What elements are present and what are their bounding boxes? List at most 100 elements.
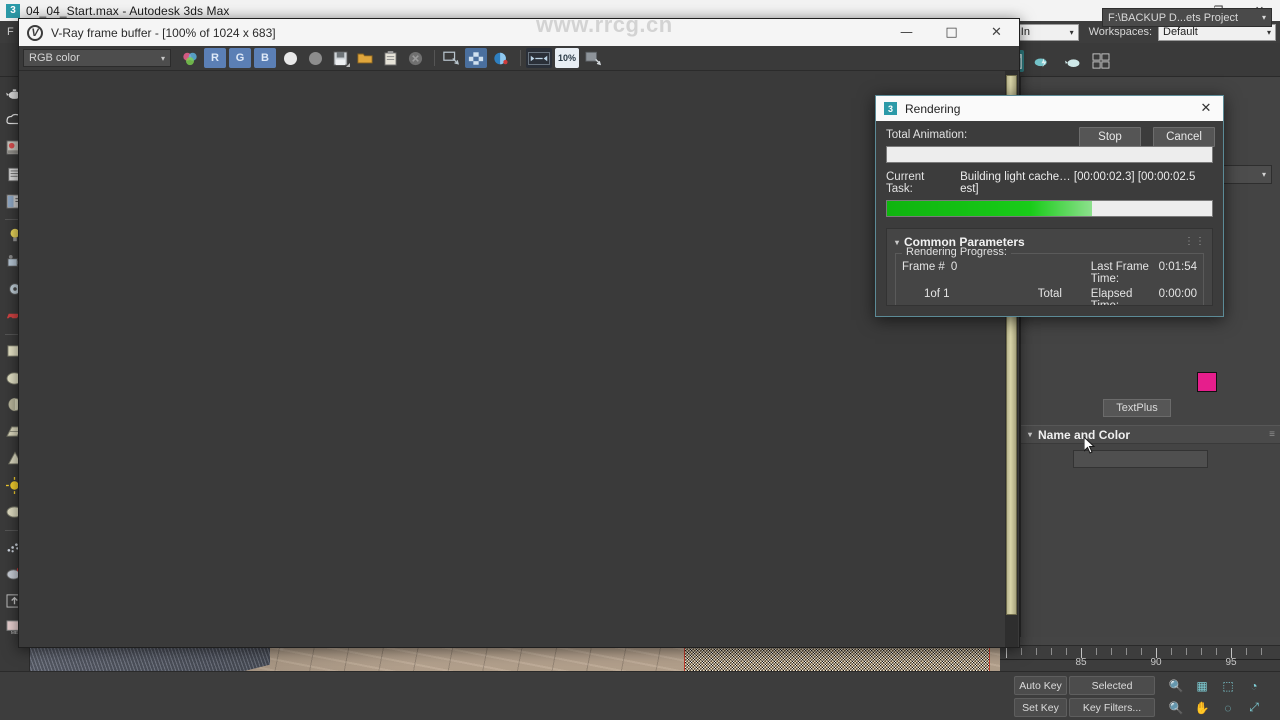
alpha-gray-button[interactable]: [304, 48, 326, 68]
chevron-down-icon: ▾: [1261, 170, 1266, 179]
white-circle-icon: [283, 51, 297, 65]
name-and-color-rollout-header[interactable]: ▾ Name and Color ≡: [1021, 425, 1280, 444]
max-app-icon: 3: [6, 3, 20, 18]
teapot-lightning-glyph: [1034, 57, 1047, 67]
rendering-dialog-buttons: Stop Cancel: [1079, 127, 1215, 147]
ab-compare-button[interactable]: [526, 48, 552, 68]
chevron-down-icon: ▾: [1069, 27, 1074, 37]
vray-frame-buffer-window: V V-Ray frame buffer - [100% of 1024 x 6…: [18, 18, 1020, 648]
current-task-label: Current Task:: [886, 171, 925, 195]
zoom-icon[interactable]: 🔍: [1166, 676, 1186, 695]
region-render-button[interactable]: [465, 48, 487, 68]
field-of-view-icon[interactable]: ◔: [1244, 676, 1264, 695]
frame-count: 1of 1: [924, 288, 950, 300]
channel-select-combo[interactable]: RGB color ▾: [23, 49, 171, 67]
total-animation-progress-bar: [886, 146, 1213, 163]
max-title-text: 04_04_Start.max - Autodesk 3ds Max: [26, 3, 230, 18]
gray-circle-icon: [308, 51, 322, 65]
blue-channel-button[interactable]: B: [254, 48, 276, 68]
clipboard-copy-button[interactable]: [379, 48, 401, 68]
elapsed-time-value: 0:00:00: [1158, 288, 1197, 300]
rollout-grip-icon: ⋮⋮: [1184, 236, 1206, 247]
layout-quad-icon[interactable]: [1090, 50, 1112, 72]
vfb-close-button[interactable]: ✕: [974, 19, 1019, 46]
timeline-label: 90: [1150, 657, 1162, 668]
svg-text:ME: ME: [11, 630, 18, 635]
elapsed-time-label: Elapsed Time:: [1090, 288, 1133, 306]
timeline-label: 95: [1225, 657, 1237, 668]
name-and-color-title: Name and Color: [1038, 427, 1131, 442]
progress-line-total: 1of 1 Total Elapsed Time: 0:00:00: [902, 288, 1197, 306]
walkthrough-icon[interactable]: 🔍: [1166, 698, 1186, 717]
toolbar-separator: [434, 50, 435, 66]
cancel-button[interactable]: Cancel: [1153, 127, 1215, 147]
load-image-button[interactable]: [354, 48, 376, 68]
current-task-value: Building light cache… [00:00:02.3] [00:0…: [960, 171, 1196, 195]
rollout-grip-icon: ≡: [1269, 429, 1275, 440]
max-app-icon: 3: [884, 102, 897, 115]
set-key-button[interactable]: Set Key: [1014, 698, 1067, 717]
maximize-viewport-icon[interactable]: ⤢: [1244, 698, 1264, 717]
auto-key-button[interactable]: Auto Key: [1014, 676, 1067, 695]
workspaces-combo-value: Default: [1163, 26, 1198, 38]
rendering-dialog-close-button[interactable]: ✕: [1193, 96, 1219, 121]
vfb-title-bar: V V-Ray frame buffer - [100% of 1024 x 6…: [19, 19, 1019, 46]
selected-combo[interactable]: Selected: [1069, 676, 1155, 695]
rendering-dialog-body: Stop Cancel Total Animation: Current Tas…: [876, 121, 1223, 306]
workspaces-label: Workspaces:: [1088, 26, 1152, 38]
render-to-file-button[interactable]: [582, 48, 604, 68]
zoom-extents-icon[interactable]: ⬚: [1218, 676, 1238, 695]
teapot-glyph: [1064, 58, 1079, 67]
rendering-progress-legend: Rendering Progress:: [902, 246, 1011, 258]
rendering-progress-group: Rendering Progress: Frame # 0 Last Frame…: [895, 246, 1204, 306]
duplicate-view-button[interactable]: [440, 48, 462, 68]
vfb-rendered-image[interactable]: [20, 71, 1006, 647]
key-filters-button[interactable]: Key Filters...: [1069, 698, 1155, 717]
progress-line-frame: Frame # 0 Last Frame Time: 0:01:54: [902, 261, 1197, 285]
quad-grid-glyph: [1092, 53, 1110, 69]
object-color-swatch[interactable]: [1197, 372, 1217, 392]
vfb-window-controls: — □ ✕: [884, 19, 1019, 46]
zoom-all-icon[interactable]: ▦: [1192, 676, 1212, 695]
stop-button[interactable]: Stop: [1079, 127, 1141, 147]
current-task-progress-fill: [887, 201, 1092, 216]
rendering-dialog-title-bar: 3 Rendering ✕: [876, 96, 1223, 121]
color-channels-icon[interactable]: [179, 48, 201, 68]
bottom-status-bar: Auto Key Set Key Selected Key Filters...…: [0, 671, 1280, 720]
render-production-icon[interactable]: [1030, 50, 1052, 72]
clear-image-button[interactable]: [404, 48, 426, 68]
common-parameters-rollout: ▾ Common Parameters ⋮⋮ Rendering Progres…: [886, 228, 1213, 306]
toolbar-separator: [520, 50, 521, 66]
chevron-down-icon: ▾: [1028, 430, 1033, 439]
channel-select-value: RGB color: [29, 52, 80, 64]
project-path-combo[interactable]: F:\BACKUP D...ets Project ▾: [1102, 8, 1272, 27]
rendering-dialog: 3 Rendering ✕ Stop Cancel Total Animatio…: [875, 95, 1224, 317]
green-channel-button[interactable]: G: [229, 48, 251, 68]
last-frame-time-value: 0:01:54: [1158, 261, 1197, 273]
current-task-progress-bar: [886, 200, 1213, 217]
color-corrections-button[interactable]: [490, 48, 512, 68]
total-label: Total: [1037, 288, 1062, 300]
chevron-down-icon: ▾: [160, 53, 165, 63]
pan-hand-icon[interactable]: ✋: [1192, 698, 1212, 717]
project-path-value: F:\BACKUP D...ets Project: [1108, 11, 1239, 24]
red-channel-button[interactable]: R: [204, 48, 226, 68]
alpha-white-button[interactable]: [279, 48, 301, 68]
timeline-ruler[interactable]: 85 90 95 100: [1000, 645, 1280, 671]
frame-label: Frame #: [902, 261, 945, 273]
object-name-input[interactable]: [1073, 450, 1208, 468]
vray-logo-icon: V: [27, 24, 43, 41]
chevron-down-icon: ▾: [1261, 13, 1266, 22]
orbit-icon[interactable]: ◌: [1218, 698, 1238, 717]
frame-value: 0: [950, 261, 958, 273]
last-frame-time-label: Last Frame Time:: [1090, 261, 1149, 285]
vfb-toolbar: RGB color ▾ R G B 10%: [19, 46, 1019, 71]
render-active-view-icon[interactable]: [1062, 50, 1084, 72]
vfb-minimize-button[interactable]: —: [884, 19, 929, 46]
textplus-button[interactable]: TextPlus: [1103, 399, 1171, 417]
rendering-dialog-title: Rendering: [905, 101, 961, 116]
timeline-label: 85: [1075, 657, 1087, 668]
save-image-button[interactable]: [329, 48, 351, 68]
zoom-level-button[interactable]: 10%: [555, 48, 579, 68]
vfb-maximize-button[interactable]: □: [929, 19, 974, 46]
